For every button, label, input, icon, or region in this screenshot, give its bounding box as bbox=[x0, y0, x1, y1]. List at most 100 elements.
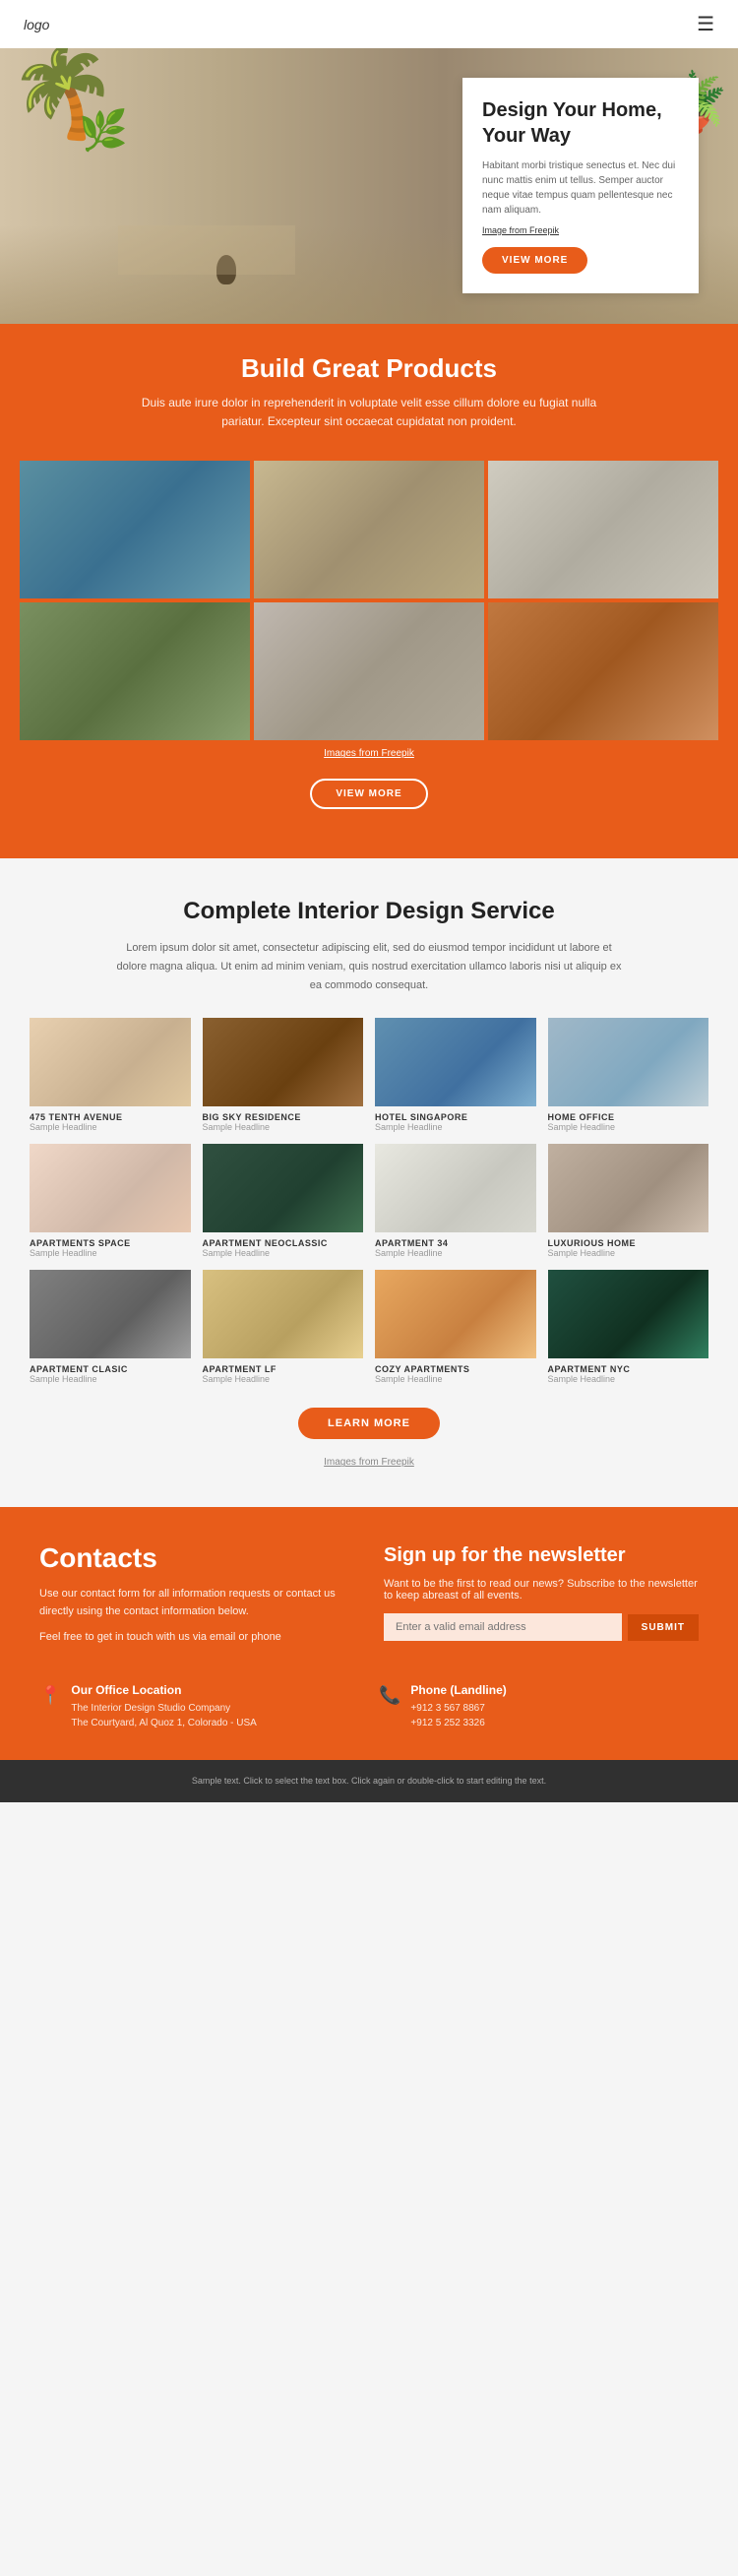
logo: logo bbox=[24, 17, 49, 32]
portfolio-title-1: BIG SKY RESIDENCE bbox=[203, 1112, 364, 1122]
location-pin-icon: 📍 bbox=[39, 1685, 61, 1706]
contacts-desc2: Feel free to get in touch with us via em… bbox=[39, 1629, 354, 1647]
view-more-wrapper: VIEW MORE bbox=[0, 763, 738, 839]
portfolio-img-11 bbox=[548, 1270, 709, 1358]
portfolio-img-3 bbox=[548, 1018, 709, 1106]
hero-view-more-button[interactable]: VIEW MORE bbox=[482, 247, 587, 274]
phone-line-2: +912 5 252 3326 bbox=[410, 1716, 506, 1730]
image-grid-section: Images from Freepik VIEW MORE bbox=[0, 461, 738, 858]
phone-info: Phone (Landline) +912 3 567 8867 +912 5 … bbox=[410, 1683, 506, 1730]
portfolio-sub-6: Sample Headline bbox=[375, 1248, 536, 1258]
footer-text: Sample text. Click to select the text bo… bbox=[20, 1774, 718, 1788]
menu-icon[interactable]: ☰ bbox=[697, 12, 714, 36]
portfolio-sub-5: Sample Headline bbox=[203, 1248, 364, 1258]
grid-image-4 bbox=[20, 602, 250, 740]
portfolio-title-2: HOTEL SINGAPORE bbox=[375, 1112, 536, 1122]
portfolio-item-2: HOTEL SINGAPORESample Headline bbox=[375, 1018, 536, 1132]
portfolio-item-1: BIG SKY RESIDENCESample Headline bbox=[203, 1018, 364, 1132]
interior-title: Complete Interior Design Service bbox=[30, 898, 708, 925]
grid-image-3 bbox=[488, 461, 718, 598]
portfolio-freepik-note: Images from Freepik bbox=[30, 1449, 708, 1468]
portfolio-img-2 bbox=[375, 1018, 536, 1106]
banner-body: Duis aute irure dolor in reprehenderit i… bbox=[123, 394, 615, 431]
portfolio-item-11: APARTMENT NYCSample Headline bbox=[548, 1270, 709, 1384]
hero-card: Design Your Home, Your Way Habitant morb… bbox=[462, 78, 699, 293]
phone-icon: 📞 bbox=[379, 1685, 400, 1706]
portfolio-title-10: COZY APARTMENTS bbox=[375, 1364, 536, 1374]
grid-image-1 bbox=[20, 461, 250, 598]
shelf-decoration bbox=[118, 225, 295, 275]
portfolio-title-6: APARTMENT 34 bbox=[375, 1238, 536, 1248]
orange-banner-section: Build Great Products Duis aute irure dol… bbox=[0, 324, 738, 461]
portfolio-img-8 bbox=[30, 1270, 191, 1358]
portfolio-grid: 475 TENTH AVENUESample HeadlineBIG SKY R… bbox=[30, 1018, 708, 1384]
portfolio-item-3: HOME OFFICESample Headline bbox=[548, 1018, 709, 1132]
plant-decoration-small: 🌿 bbox=[79, 107, 128, 154]
contacts-left: Contacts Use our contact form for all in… bbox=[39, 1542, 354, 1654]
portfolio-title-8: APARTMENT CLASIC bbox=[30, 1364, 191, 1374]
interior-section: Complete Interior Design Service Lorem i… bbox=[0, 858, 738, 1507]
portfolio-item-5: APARTMENT NEOCLASSICSample Headline bbox=[203, 1144, 364, 1258]
submit-button[interactable]: SUBMIT bbox=[628, 1614, 699, 1641]
portfolio-item-7: LUXURIOUS HOMESample Headline bbox=[548, 1144, 709, 1258]
portfolio-title-11: APARTMENT NYC bbox=[548, 1364, 709, 1374]
grid-image-5 bbox=[254, 602, 484, 740]
grid-image-6 bbox=[488, 602, 718, 740]
portfolio-item-9: APARTMENT LFSample Headline bbox=[203, 1270, 364, 1384]
contacts-section: Contacts Use our contact form for all in… bbox=[0, 1507, 738, 1683]
office-line-2: The Courtyard, Al Quoz 1, Colorado - USA bbox=[71, 1716, 256, 1730]
grid-img-warm bbox=[254, 461, 484, 598]
portfolio-img-4 bbox=[30, 1144, 191, 1232]
grid-img-blue bbox=[20, 461, 250, 598]
image-grid bbox=[0, 461, 738, 740]
header: logo ☰ bbox=[0, 0, 738, 48]
grid-freepik-note: Images from Freepik bbox=[0, 740, 738, 763]
grid-image-2 bbox=[254, 461, 484, 598]
hero-image-credit: Image from Freepik bbox=[482, 225, 679, 235]
grid-img-bedroom bbox=[254, 602, 484, 740]
portfolio-item-0: 475 TENTH AVENUESample Headline bbox=[30, 1018, 191, 1132]
portfolio-item-10: COZY APARTMENTSSample Headline bbox=[375, 1270, 536, 1384]
newsletter-title: Sign up for the newsletter bbox=[384, 1542, 699, 1568]
phone-location-item: 📞 Phone (Landline) +912 3 567 8867 +912 … bbox=[379, 1683, 699, 1730]
phone-line-1: +912 3 567 8867 bbox=[410, 1701, 506, 1716]
newsletter-desc: Want to be the first to read our news? S… bbox=[384, 1578, 699, 1602]
portfolio-item-4: APARTMENTS SPACESample Headline bbox=[30, 1144, 191, 1258]
portfolio-sub-10: Sample Headline bbox=[375, 1374, 536, 1384]
grid-img-wood bbox=[488, 602, 718, 740]
contacts-desc1: Use our contact form for all information… bbox=[39, 1586, 354, 1620]
email-input[interactable] bbox=[384, 1613, 622, 1641]
office-info: Our Office Location The Interior Design … bbox=[71, 1683, 256, 1730]
hero-section: 🌴 🌿 🪴 Design Your Home, Your Way Habitan… bbox=[0, 48, 738, 324]
contacts-right: Sign up for the newsletter Want to be th… bbox=[384, 1542, 699, 1654]
grid-img-kitchen bbox=[488, 461, 718, 598]
grid-view-more-button[interactable]: VIEW MORE bbox=[310, 779, 427, 809]
portfolio-img-9 bbox=[203, 1270, 364, 1358]
portfolio-img-0 bbox=[30, 1018, 191, 1106]
location-row: 📍 Our Office Location The Interior Desig… bbox=[0, 1683, 738, 1760]
office-location-title: Our Office Location bbox=[71, 1683, 256, 1697]
office-location-item: 📍 Our Office Location The Interior Desig… bbox=[39, 1683, 359, 1730]
portfolio-sub-3: Sample Headline bbox=[548, 1122, 709, 1132]
banner-title: Build Great Products bbox=[39, 353, 699, 384]
portfolio-sub-9: Sample Headline bbox=[203, 1374, 364, 1384]
hero-title: Design Your Home, Your Way bbox=[482, 97, 679, 149]
portfolio-sub-8: Sample Headline bbox=[30, 1374, 191, 1384]
portfolio-title-7: LUXURIOUS HOME bbox=[548, 1238, 709, 1248]
portfolio-img-6 bbox=[375, 1144, 536, 1232]
contacts-title: Contacts bbox=[39, 1542, 354, 1574]
portfolio-img-7 bbox=[548, 1144, 709, 1232]
portfolio-title-3: HOME OFFICE bbox=[548, 1112, 709, 1122]
grid-img-plants bbox=[20, 602, 250, 740]
portfolio-sub-2: Sample Headline bbox=[375, 1122, 536, 1132]
portfolio-sub-4: Sample Headline bbox=[30, 1248, 191, 1258]
portfolio-title-5: APARTMENT NEOCLASSIC bbox=[203, 1238, 364, 1248]
email-row: SUBMIT bbox=[384, 1613, 699, 1641]
portfolio-sub-11: Sample Headline bbox=[548, 1374, 709, 1384]
interior-body: Lorem ipsum dolor sit amet, consectetur … bbox=[113, 939, 625, 994]
learn-more-button[interactable]: LEARN MORE bbox=[298, 1408, 440, 1439]
portfolio-title-0: 475 TENTH AVENUE bbox=[30, 1112, 191, 1122]
portfolio-img-1 bbox=[203, 1018, 364, 1106]
portfolio-title-9: APARTMENT LF bbox=[203, 1364, 364, 1374]
portfolio-img-10 bbox=[375, 1270, 536, 1358]
